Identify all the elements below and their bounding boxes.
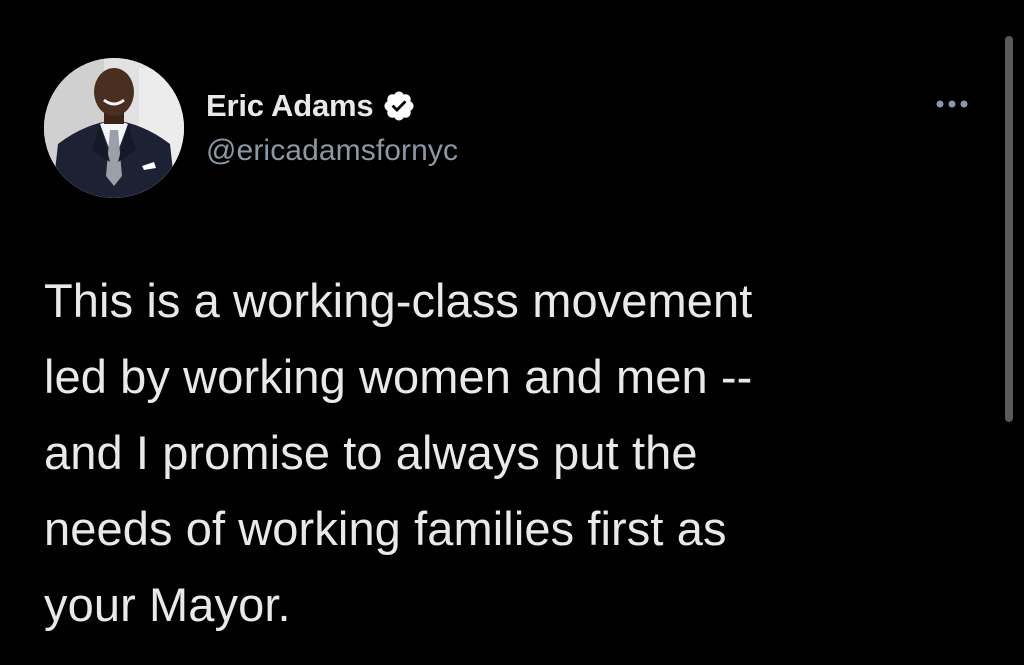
author-display-name[interactable]: Eric Adams [206, 88, 374, 124]
avatar[interactable] [44, 58, 184, 198]
author-name-row[interactable]: Eric Adams [206, 86, 416, 126]
tweet-card: Eric Adams @ericadamsfornyc This is a wo… [0, 0, 1024, 665]
author-handle[interactable]: @ericadamsfornyc [206, 134, 458, 168]
verified-badge-icon [382, 89, 416, 123]
tweet-text: This is a working-class movement led by … [44, 274, 753, 631]
scrollbar-thumb[interactable] [1005, 36, 1013, 422]
ellipsis-icon [936, 100, 968, 108]
avatar-photo-icon [44, 58, 184, 198]
more-options-button[interactable] [930, 90, 974, 118]
